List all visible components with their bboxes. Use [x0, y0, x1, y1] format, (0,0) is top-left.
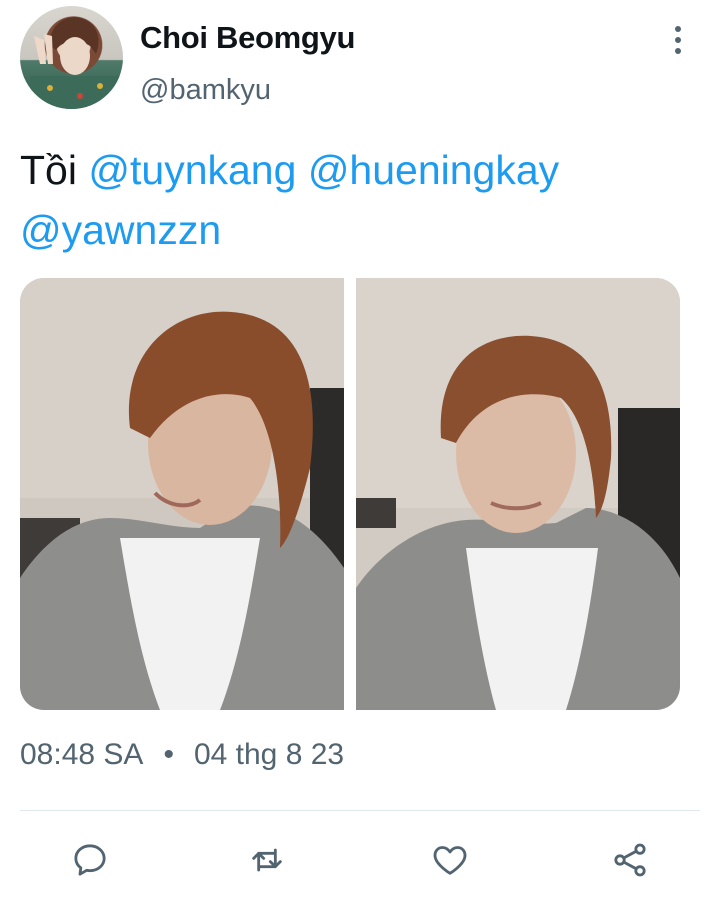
media-grid — [20, 278, 680, 710]
dot — [675, 26, 681, 32]
tweet-timestamp[interactable]: 08:48 SA • 04 thg 8 23 — [20, 738, 344, 772]
media-photo-2[interactable] — [356, 278, 680, 710]
tweet-text: Tồi @tuynkang @hueningkay @yawnzzn — [20, 140, 700, 260]
tweet-date: 04 thg 8 23 — [193, 738, 345, 771]
like-button[interactable] — [422, 832, 478, 888]
mention-link[interactable]: @yawnzzn — [20, 207, 221, 253]
share-button[interactable] — [602, 832, 658, 888]
share-icon — [614, 843, 646, 877]
media-photo-1[interactable] — [20, 278, 344, 710]
tweet-time: 08:48 SA — [20, 738, 144, 771]
more-options-icon[interactable] — [662, 22, 694, 58]
separator-dot: • — [163, 738, 174, 771]
photo-image — [356, 278, 680, 710]
author-display-name[interactable]: Choi Beomgyu — [140, 20, 355, 56]
mention-link[interactable]: @tuynkang — [88, 147, 296, 193]
dot — [675, 48, 681, 54]
profile-photo-icon — [30, 17, 120, 109]
author-handle[interactable]: @bamkyu — [140, 74, 271, 107]
reply-button[interactable] — [62, 832, 118, 888]
comment-icon — [74, 844, 106, 876]
mention-link[interactable]: @hueningkay — [308, 147, 559, 193]
retweet-button[interactable] — [239, 832, 295, 888]
retweet-icon — [252, 848, 282, 872]
heart-icon — [433, 846, 467, 875]
avatar[interactable] — [20, 6, 123, 109]
photo-image — [20, 278, 344, 710]
action-bar — [20, 832, 700, 888]
tweet-text-prefix: Tồi — [20, 147, 77, 193]
divider — [20, 810, 700, 811]
dot — [675, 37, 681, 43]
